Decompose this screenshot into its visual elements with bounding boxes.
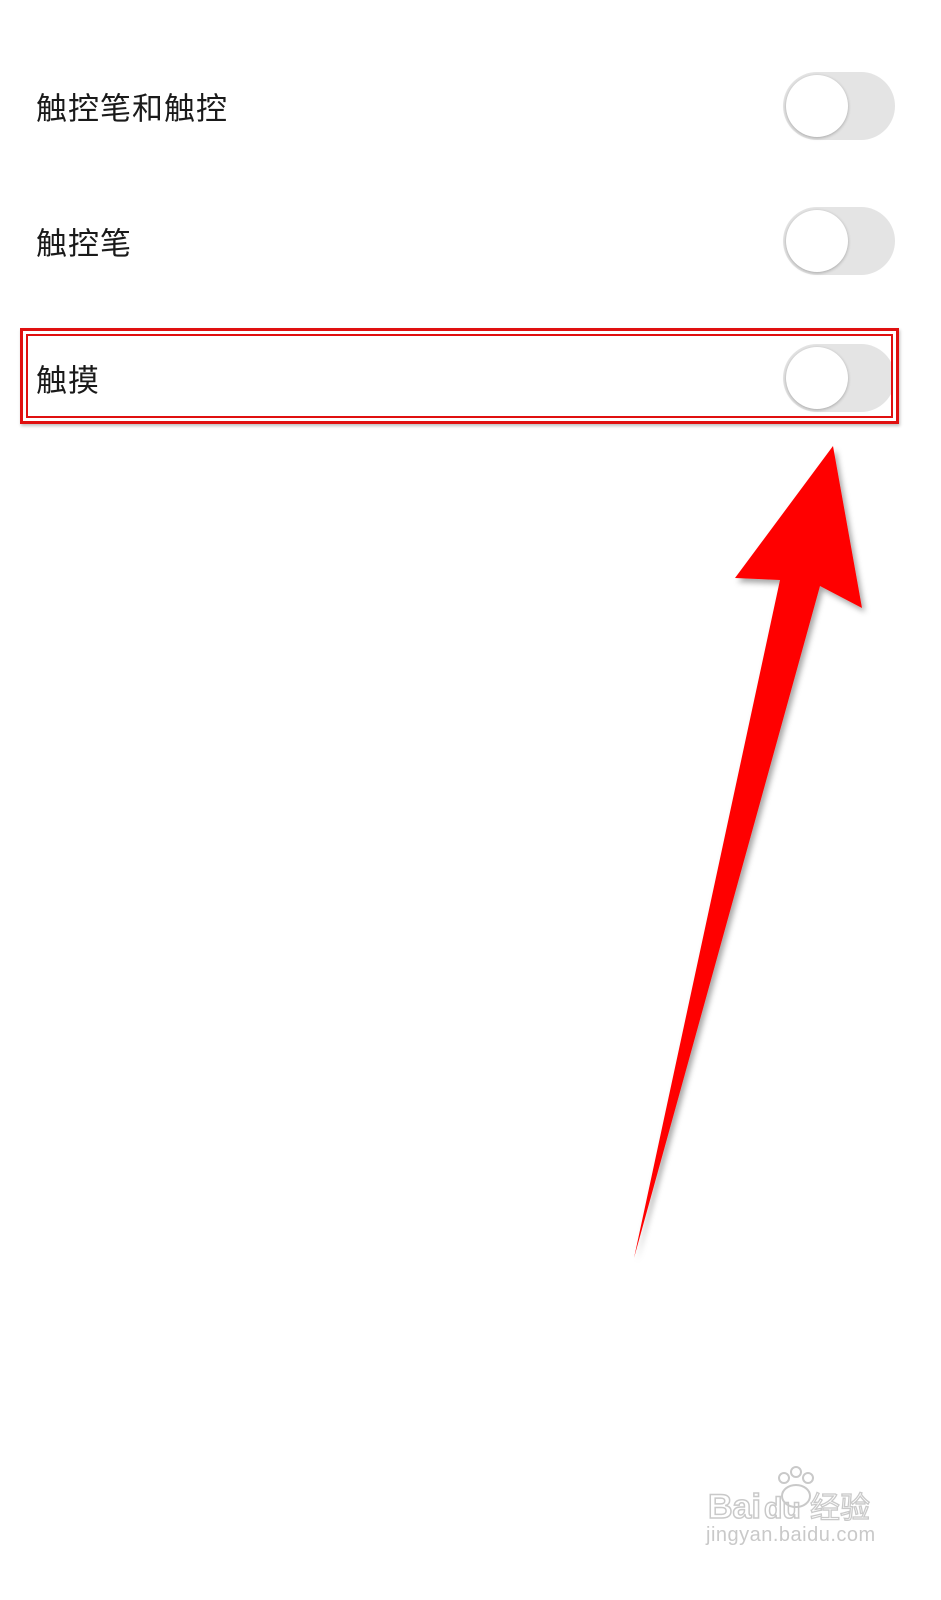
setting-label: 触控笔 <box>36 226 132 263</box>
setting-label: 触控笔和触控 <box>36 91 228 128</box>
baidu-logo: Bai du 经验 <box>707 1466 871 1527</box>
stylus-and-touch-toggle[interactable] <box>783 72 895 140</box>
toggle-knob <box>786 210 848 272</box>
baidu-watermark: Bai du 经验 jingyan.baidu.com <box>706 1466 886 1556</box>
stylus-toggle[interactable] <box>783 207 895 275</box>
toggle-knob <box>786 347 848 409</box>
setting-label: 触摸 <box>36 363 100 400</box>
svg-text:Bai: Bai <box>708 1488 761 1526</box>
toggle-knob <box>786 75 848 137</box>
setting-row-touch[interactable]: 触摸 <box>0 318 941 438</box>
setting-row-stylus[interactable]: 触控笔 <box>0 181 941 301</box>
watermark-url: jingyan.baidu.com <box>706 1524 876 1546</box>
arrow-shape <box>634 446 862 1258</box>
setting-row-stylus-and-touch[interactable]: 触控笔和触控 <box>0 46 941 166</box>
svg-text:du: du <box>764 1492 801 1525</box>
svg-text:经验: 经验 <box>810 1491 870 1526</box>
touch-toggle[interactable] <box>783 344 895 412</box>
